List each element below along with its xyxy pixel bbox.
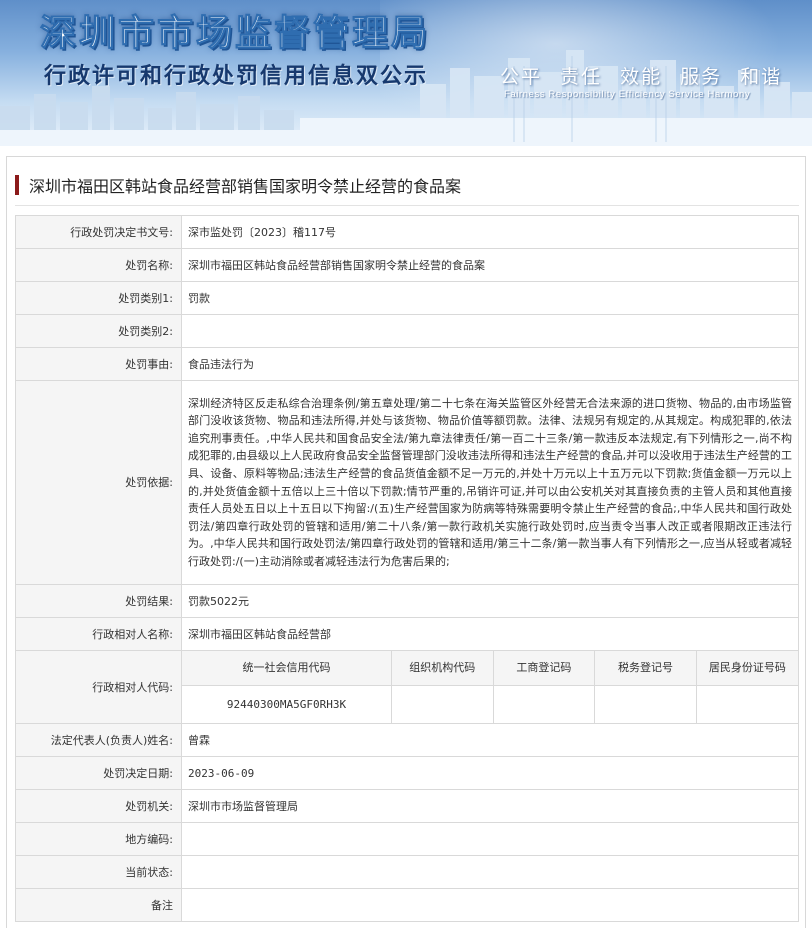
header-tax-reg-code: 税务登记号 (594, 651, 697, 686)
value-result: 罚款5022元 (181, 584, 799, 618)
party-code-cell: 统一社会信用代码 组织机构代码 工商登记码 税务登记号 居民身份证号码 9244… (181, 650, 799, 724)
row-area-code: 地方编码: (15, 822, 799, 856)
row-remarks: 备注 (15, 888, 799, 922)
value-cause: 食品违法行为 (181, 347, 799, 381)
header-id-card-no: 居民身份证号码 (696, 651, 798, 686)
label-category2: 处罚类别2: (15, 314, 182, 348)
label-party-code: 行政相对人代码: (15, 650, 182, 724)
case-detail-panel: 深圳市福田区韩站食品经营部销售国家明令禁止经营的食品案 行政处罚决定书文号: 深… (6, 156, 806, 928)
row-category2: 处罚类别2: (15, 314, 799, 348)
value-org-code (391, 685, 494, 723)
value-status (181, 855, 799, 889)
title-divider (15, 205, 799, 206)
value-penalty-name: 深圳市福田区韩站食品经营部销售国家明令禁止经营的食品案 (181, 248, 799, 282)
site-title: 深圳市市场监督管理局 (39, 13, 431, 55)
value-area-code (181, 822, 799, 856)
site-subtitle: 行政许可和行政处罚信用信息双公示 (44, 64, 429, 89)
value-tax-reg-code (594, 685, 697, 723)
value-credit-code: 92440300MA5GF0RH3K (182, 685, 392, 723)
label-area-code: 地方编码: (15, 822, 182, 856)
row-basis: 处罚依据: 深圳经济特区反走私综合治理条例/第五章处理/第二十七条在海关监管区外… (15, 380, 799, 585)
header-org-code: 组织机构代码 (391, 651, 494, 686)
site-banner: 深圳市市场监督管理局 行政许可和行政处罚信用信息双公示 公平 责任 效能 服务 … (0, 0, 812, 146)
value-legal-rep: 曾霖 (181, 723, 799, 757)
label-party-name: 行政相对人名称: (15, 617, 182, 651)
row-legal-rep: 法定代表人(负责人)姓名: 曾霖 (15, 723, 799, 757)
row-cause: 处罚事由: 食品违法行为 (15, 347, 799, 381)
row-authority: 处罚机关: 深圳市市场监督管理局 (15, 789, 799, 823)
label-decision-no: 行政处罚决定书文号: (15, 215, 182, 249)
label-result: 处罚结果: (15, 584, 182, 618)
slogan-chinese: 公平 责任 效能 服务 和谐 (500, 66, 783, 88)
row-penalty-name: 处罚名称: 深圳市福田区韩站食品经营部销售国家明令禁止经营的食品案 (15, 248, 799, 282)
case-title: 深圳市福田区韩站食品经营部销售国家明令禁止经营的食品案 (29, 177, 462, 196)
label-remarks: 备注 (15, 888, 182, 922)
label-cause: 处罚事由: (15, 347, 182, 381)
header-credit-code: 统一社会信用代码 (182, 651, 392, 686)
value-basis: 深圳经济特区反走私综合治理条例/第五章处理/第二十七条在海关监管区外经营无合法来… (181, 380, 799, 585)
label-legal-rep: 法定代表人(负责人)姓名: (15, 723, 182, 757)
label-decision-date: 处罚决定日期: (15, 756, 182, 790)
value-category1: 罚款 (181, 281, 799, 315)
label-penalty-name: 处罚名称: (15, 248, 182, 282)
label-basis: 处罚依据: (15, 380, 182, 585)
row-result: 处罚结果: 罚款5022元 (15, 584, 799, 618)
party-code-value-row: 92440300MA5GF0RH3K (182, 685, 798, 723)
row-status: 当前状态: (15, 855, 799, 889)
row-party-code: 行政相对人代码: 统一社会信用代码 组织机构代码 工商登记码 税务登记号 居民身… (15, 650, 799, 724)
penalty-info-table: 行政处罚决定书文号: 深市监处罚〔2023〕稽117号 处罚名称: 深圳市福田区… (15, 215, 799, 922)
value-authority: 深圳市市场监督管理局 (181, 789, 799, 823)
slogan-english: Fairness Responsibility Efficiency Servi… (504, 89, 751, 100)
row-decision-date: 处罚决定日期: 2023-06-09 (15, 756, 799, 790)
party-code-table: 统一社会信用代码 组织机构代码 工商登记码 税务登记号 居民身份证号码 9244… (182, 651, 798, 723)
party-code-header-row: 统一社会信用代码 组织机构代码 工商登记码 税务登记号 居民身份证号码 (182, 651, 798, 686)
title-accent-bar (15, 175, 19, 195)
row-decision-no: 行政处罚决定书文号: 深市监处罚〔2023〕稽117号 (15, 215, 799, 249)
value-category2 (181, 314, 799, 348)
header-business-reg-code: 工商登记码 (493, 651, 596, 686)
value-remarks (181, 888, 799, 922)
value-business-reg-code (493, 685, 596, 723)
label-category1: 处罚类别1: (15, 281, 182, 315)
row-category1: 处罚类别1: 罚款 (15, 281, 799, 315)
label-authority: 处罚机关: (15, 789, 182, 823)
row-party-name: 行政相对人名称: 深圳市福田区韩站食品经营部 (15, 617, 799, 651)
value-decision-no: 深市监处罚〔2023〕稽117号 (181, 215, 799, 249)
case-title-header: 深圳市福田区韩站食品经营部销售国家明令禁止经营的食品案 (15, 173, 461, 197)
value-party-name: 深圳市福田区韩站食品经营部 (181, 617, 799, 651)
value-id-card-no (696, 685, 798, 723)
value-decision-date: 2023-06-09 (181, 756, 799, 790)
label-status: 当前状态: (15, 855, 182, 889)
